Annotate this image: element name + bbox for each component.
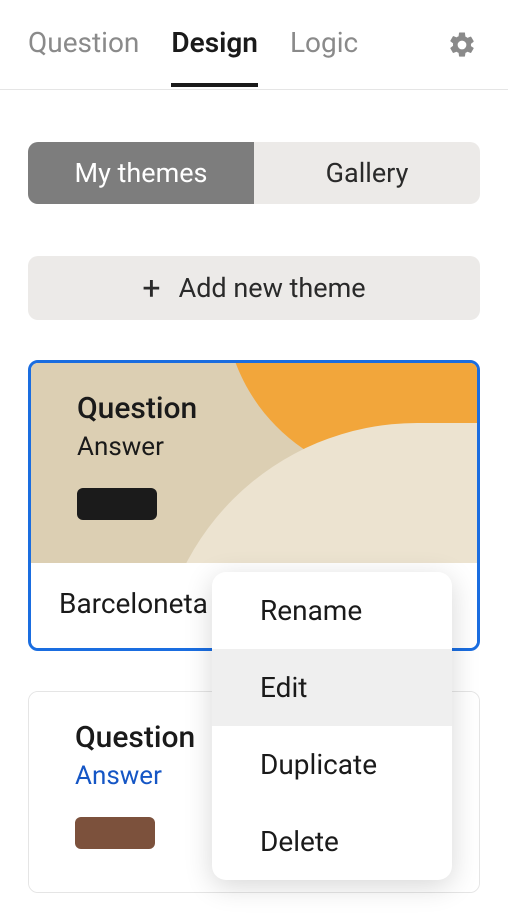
preview-button-swatch (77, 488, 157, 520)
settings-button[interactable] (444, 27, 480, 63)
segment-my-themes[interactable]: My themes (28, 142, 254, 204)
tab-logic[interactable]: Logic (290, 2, 358, 87)
menu-item-duplicate[interactable]: Duplicate (212, 726, 452, 803)
plus-icon: + (142, 272, 160, 304)
preview-question-text: Question (77, 391, 431, 426)
preview-button-swatch (75, 817, 155, 849)
theme-source-toggle: My themes Gallery (28, 142, 480, 204)
segment-gallery[interactable]: Gallery (254, 142, 480, 204)
menu-item-rename[interactable]: Rename (212, 572, 452, 649)
preview-answer-text: Answer (77, 432, 431, 462)
tab-design[interactable]: Design (171, 2, 258, 87)
theme-context-menu: Rename Edit Duplicate Delete (212, 572, 452, 880)
menu-item-edit[interactable]: Edit (212, 649, 452, 726)
add-new-theme-button[interactable]: + Add new theme (28, 256, 480, 320)
theme-preview: Question Answer (31, 363, 477, 563)
gear-icon (447, 30, 477, 60)
tab-question[interactable]: Question (28, 2, 139, 87)
add-new-theme-label: Add new theme (179, 272, 366, 304)
top-tabs: Question Design Logic (0, 0, 508, 90)
menu-item-delete[interactable]: Delete (212, 803, 452, 880)
